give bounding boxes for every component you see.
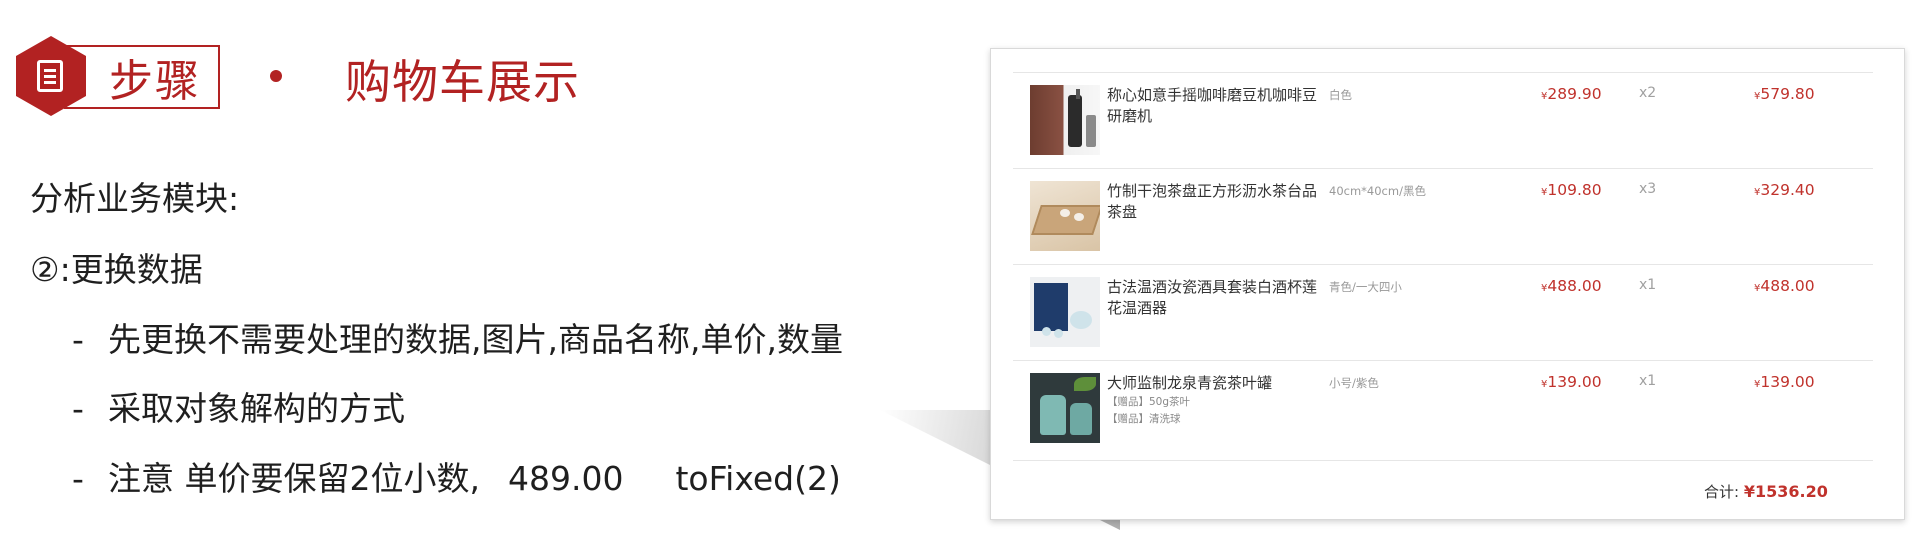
product-name-block: 大师监制龙泉青瓷茶叶罐 【赠品】50g茶叶 【赠品】清洗球 [1107, 373, 1322, 428]
page-title: 购物车展示 [345, 55, 580, 109]
product-image [1030, 373, 1100, 443]
unit-price: ¥488.00 [1541, 277, 1602, 295]
gift-item: 【赠品】清洗球 [1107, 413, 1181, 425]
product-name: 称心如意手摇咖啡磨豆机咖啡豆研磨机 [1107, 86, 1318, 125]
title-bullet [270, 70, 282, 82]
unit-price: ¥289.90 [1541, 85, 1602, 103]
example-value: 489.00 [507, 459, 624, 498]
list-item: - 采取对象解构的方式 [72, 382, 405, 430]
list-dash: - [72, 320, 84, 359]
product-spec: 青色/一大四小 [1329, 280, 1402, 294]
row-subtotal-value: 579.80 [1760, 85, 1815, 103]
cart-screenshot-panel: 称心如意手摇咖啡磨豆机咖啡豆研磨机 白色 ¥289.90 x2 ¥579.80 … [990, 48, 1905, 520]
product-image [1030, 277, 1100, 347]
product-image [1030, 181, 1100, 251]
product-spec: 小号/紫色 [1329, 376, 1379, 390]
quantity: x3 [1639, 181, 1657, 197]
total-label: 合计: [1704, 483, 1740, 501]
product-name: 大师监制龙泉青瓷茶叶罐 [1107, 374, 1273, 392]
unit-price-value: 109.80 [1547, 181, 1602, 199]
unit-price-value: 289.90 [1547, 85, 1602, 103]
cart-row: 竹制干泡茶盘正方形沥水茶台品茶盘 40cm*40cm/黑色 ¥109.80 x3… [1013, 168, 1873, 265]
row-subtotal: ¥579.80 [1754, 85, 1815, 103]
quantity: x1 [1639, 277, 1657, 293]
gift-item: 【赠品】50g茶叶 [1107, 396, 1191, 408]
quantity: x1 [1639, 373, 1657, 389]
row-subtotal: ¥329.40 [1754, 181, 1815, 199]
step-label: 步骤 [109, 56, 201, 107]
product-name: 古法温酒汝瓷酒具套装白酒杯莲花温酒器 [1107, 278, 1318, 317]
unit-price-value: 139.00 [1547, 373, 1602, 391]
unit-price: ¥139.00 [1541, 373, 1602, 391]
list-item-text: 采取对象解构的方式 [108, 389, 405, 428]
total-value: ¥1536.20 [1743, 482, 1828, 501]
row-subtotal: ¥488.00 [1754, 277, 1815, 295]
list-item: - 先更换不需要处理的数据,图片,商品名称,单价,数量 [72, 313, 843, 361]
step-two-heading: ②:更换数据 [30, 250, 203, 289]
list-item-text: 先更换不需要处理的数据,图片,商品名称,单价,数量 [108, 320, 843, 359]
unit-price: ¥109.80 [1541, 181, 1602, 199]
product-image [1030, 85, 1100, 155]
step-label-box: 步骤 [64, 45, 220, 109]
cart-row: 古法温酒汝瓷酒具套装白酒杯莲花温酒器 青色/一大四小 ¥488.00 x1 ¥4… [1013, 264, 1873, 361]
analysis-heading: 分析业务模块: [30, 179, 240, 218]
cart-row: 大师监制龙泉青瓷茶叶罐 【赠品】50g茶叶 【赠品】清洗球 小号/紫色 ¥139… [1013, 360, 1873, 457]
list-item: - 注意 单价要保留2位小数, 489.00 toFixed(2) [72, 452, 841, 500]
list-dash: - [72, 459, 84, 498]
row-subtotal: ¥139.00 [1754, 373, 1815, 391]
row-subtotal-value: 139.00 [1760, 373, 1815, 391]
document-icon [37, 60, 63, 92]
code-snippet: toFixed(2) [675, 459, 841, 498]
row-subtotal-value: 488.00 [1760, 277, 1815, 295]
row-subtotal-value: 329.40 [1760, 181, 1815, 199]
product-spec: 40cm*40cm/黑色 [1329, 184, 1426, 198]
unit-price-value: 488.00 [1547, 277, 1602, 295]
cart-row: 称心如意手摇咖啡磨豆机咖啡豆研磨机 白色 ¥289.90 x2 ¥579.80 [1013, 72, 1873, 169]
product-spec: 白色 [1329, 88, 1352, 102]
quantity: x2 [1639, 85, 1657, 101]
table-divider [1013, 460, 1873, 461]
cart-total: 合计: ¥1536.20 [1704, 481, 1828, 502]
product-name: 竹制干泡茶盘正方形沥水茶台品茶盘 [1107, 182, 1318, 221]
list-dash: - [72, 389, 84, 428]
list-item-text: 注意 单价要保留2位小数, [108, 459, 480, 498]
